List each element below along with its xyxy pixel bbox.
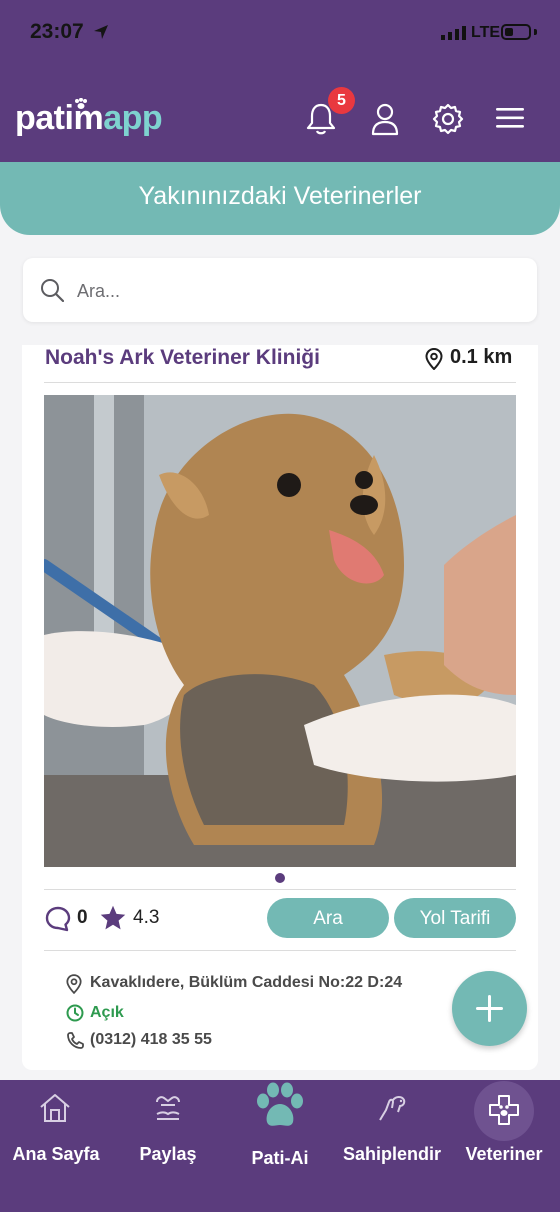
dog-photo-illustration xyxy=(44,395,516,867)
tab-label: Paylaş xyxy=(139,1144,197,1164)
rating-value: 4.3 xyxy=(133,907,160,928)
menu-icon[interactable] xyxy=(496,107,524,129)
tab-pati-ai[interactable]: Pati-Ai xyxy=(224,1080,336,1212)
plus-icon xyxy=(476,995,503,1022)
tab-label: Sahiplendir xyxy=(342,1144,441,1164)
signal-icon xyxy=(441,26,466,40)
share-hands-icon xyxy=(156,1096,180,1120)
clinic-address: Kavaklıdere, Büklüm Caddesi No:22 D:24 xyxy=(90,974,403,991)
user-icon[interactable] xyxy=(369,102,401,136)
tab-label: Pati-Ai xyxy=(251,1148,309,1168)
network-label: LTE xyxy=(471,24,501,41)
section-banner: Yakınınızdaki Veterinerler xyxy=(0,162,560,235)
clinic-distance: 0.1 km xyxy=(450,346,513,368)
call-button[interactable]: Ara xyxy=(267,898,389,938)
search-icon xyxy=(41,279,64,302)
paw-icon xyxy=(257,1082,303,1126)
star-icon xyxy=(100,905,126,930)
adopt-icon xyxy=(379,1096,406,1121)
clinic-name[interactable]: Noah's Ark Veteriner Kliniği xyxy=(45,346,320,370)
tab-vet[interactable]: Veteriner xyxy=(448,1080,560,1212)
notification-badge: 5 xyxy=(328,87,355,114)
clock-icon xyxy=(66,1004,84,1022)
location-pin-icon xyxy=(66,974,82,994)
add-button[interactable] xyxy=(452,971,527,1046)
app-header: patimapp 5 xyxy=(0,62,560,162)
comment-icon[interactable] xyxy=(45,906,71,932)
divider xyxy=(44,382,516,383)
tab-home[interactable]: Ana Sayfa xyxy=(0,1080,112,1212)
clinic-card[interactable]: Noah's Ark Veteriner Kliniği 0.1 km 0 4.… xyxy=(22,345,538,1070)
directions-button[interactable]: Yol Tarifi xyxy=(394,898,516,938)
divider xyxy=(44,889,516,890)
status-time: 23:07 xyxy=(30,20,84,43)
clinic-photo[interactable] xyxy=(44,395,516,867)
home-icon xyxy=(40,1094,70,1122)
search-bar[interactable] xyxy=(23,258,537,322)
tab-share[interactable]: Paylaş xyxy=(112,1080,224,1212)
location-arrow-icon xyxy=(94,25,108,39)
phone-icon xyxy=(67,1032,84,1049)
logo-paw-icon xyxy=(75,98,87,109)
open-status: Açık xyxy=(90,1004,124,1021)
divider xyxy=(44,950,516,951)
vet-icon xyxy=(489,1095,519,1125)
search-input[interactable] xyxy=(75,274,519,308)
tab-label: Ana Sayfa xyxy=(12,1144,100,1164)
app-logo[interactable]: patimapp xyxy=(15,99,163,138)
carousel-indicator[interactable] xyxy=(275,873,285,883)
battery-icon xyxy=(501,24,531,40)
location-pin-icon xyxy=(425,348,443,370)
comment-count: 0 xyxy=(77,907,88,928)
page-title: Yakınınızdaki Veterinerler xyxy=(138,182,422,210)
gear-icon[interactable] xyxy=(431,102,465,136)
clinic-phone[interactable]: (0312) 418 35 55 xyxy=(90,1031,212,1049)
tab-adopt[interactable]: Sahiplendir xyxy=(336,1080,448,1212)
tab-label: Veteriner xyxy=(465,1144,543,1164)
status-bar: 23:07 LTE xyxy=(0,0,560,62)
